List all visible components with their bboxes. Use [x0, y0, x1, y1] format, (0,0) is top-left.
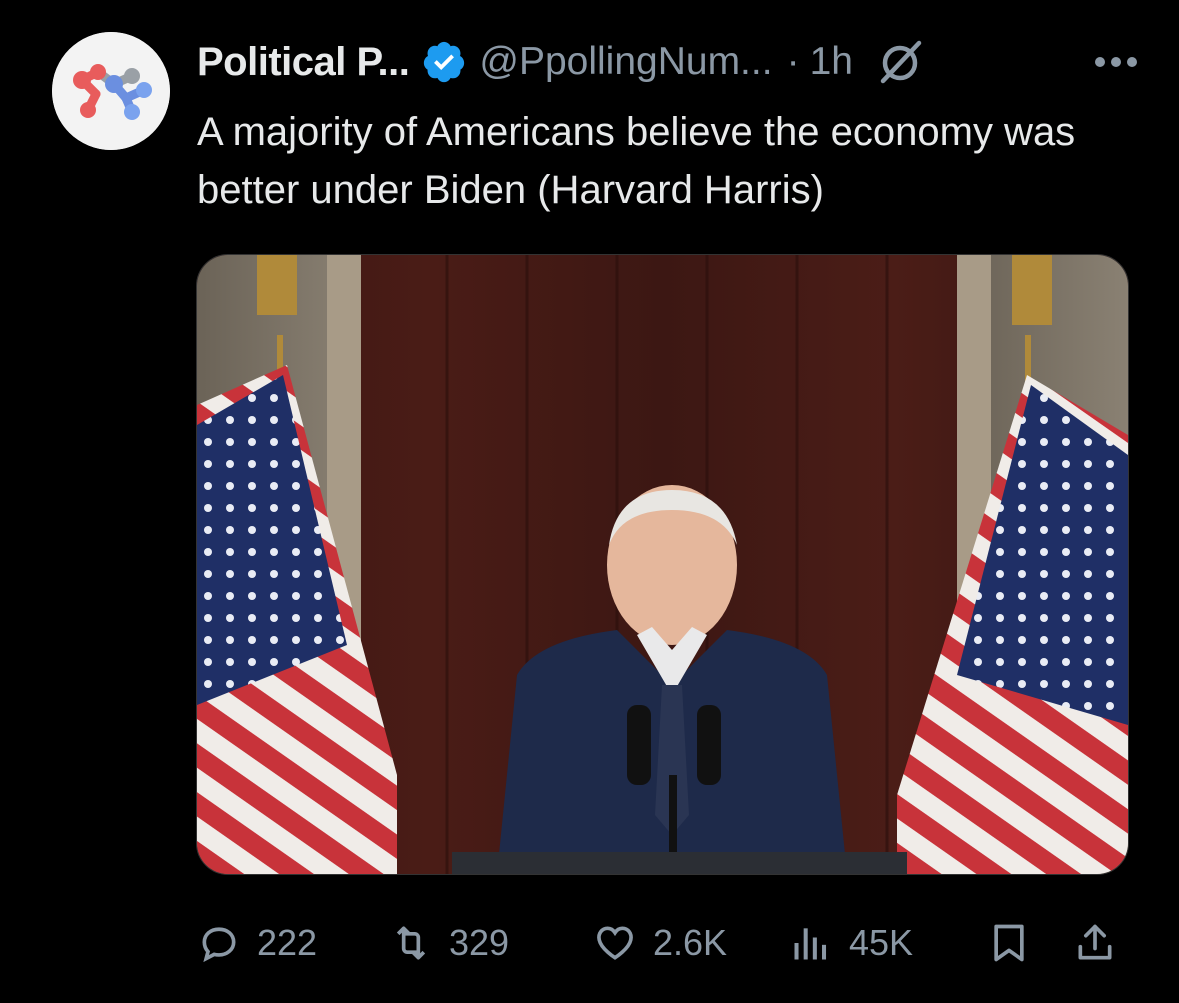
views-icon	[794, 928, 827, 960]
more-icon[interactable]	[1093, 55, 1139, 69]
reply-count: 222	[257, 922, 318, 963]
display-name[interactable]: Political P...	[197, 40, 410, 85]
views-button[interactable]: 45K	[789, 921, 913, 965]
views-count: 45K	[849, 922, 914, 963]
handle[interactable]: @PpollingNum...	[479, 40, 772, 84]
tweet-header: Political P... @PpollingNum... · 1h	[197, 36, 1139, 88]
grok-icon[interactable]	[875, 37, 925, 87]
avatar-logo	[52, 32, 170, 150]
like-icon	[597, 926, 633, 960]
like-button[interactable]: 2.6K	[593, 921, 727, 965]
tweet-text: A majority of Americans believe the econ…	[197, 110, 1076, 212]
retweet-count: 329	[449, 922, 510, 963]
like-count: 2.6K	[653, 922, 728, 963]
retweet-button[interactable]: 329	[389, 921, 509, 965]
timestamp[interactable]: 1h	[810, 40, 853, 84]
verified-badge-icon	[424, 41, 465, 83]
photo-illustration	[197, 255, 1128, 874]
reply-icon	[202, 927, 236, 963]
share-button[interactable]	[1073, 921, 1117, 965]
share-icon	[1078, 924, 1112, 960]
action-bar: 222 329 2.6K 45K	[197, 915, 1124, 971]
bookmark-button[interactable]	[987, 921, 1031, 965]
retweet-icon	[396, 926, 426, 960]
bookmark-icon	[994, 924, 1024, 962]
avatar[interactable]	[52, 32, 170, 150]
tweet-media-photo[interactable]	[196, 254, 1129, 875]
separator-dot: ·	[786, 40, 800, 83]
reply-button[interactable]: 222	[197, 921, 317, 965]
